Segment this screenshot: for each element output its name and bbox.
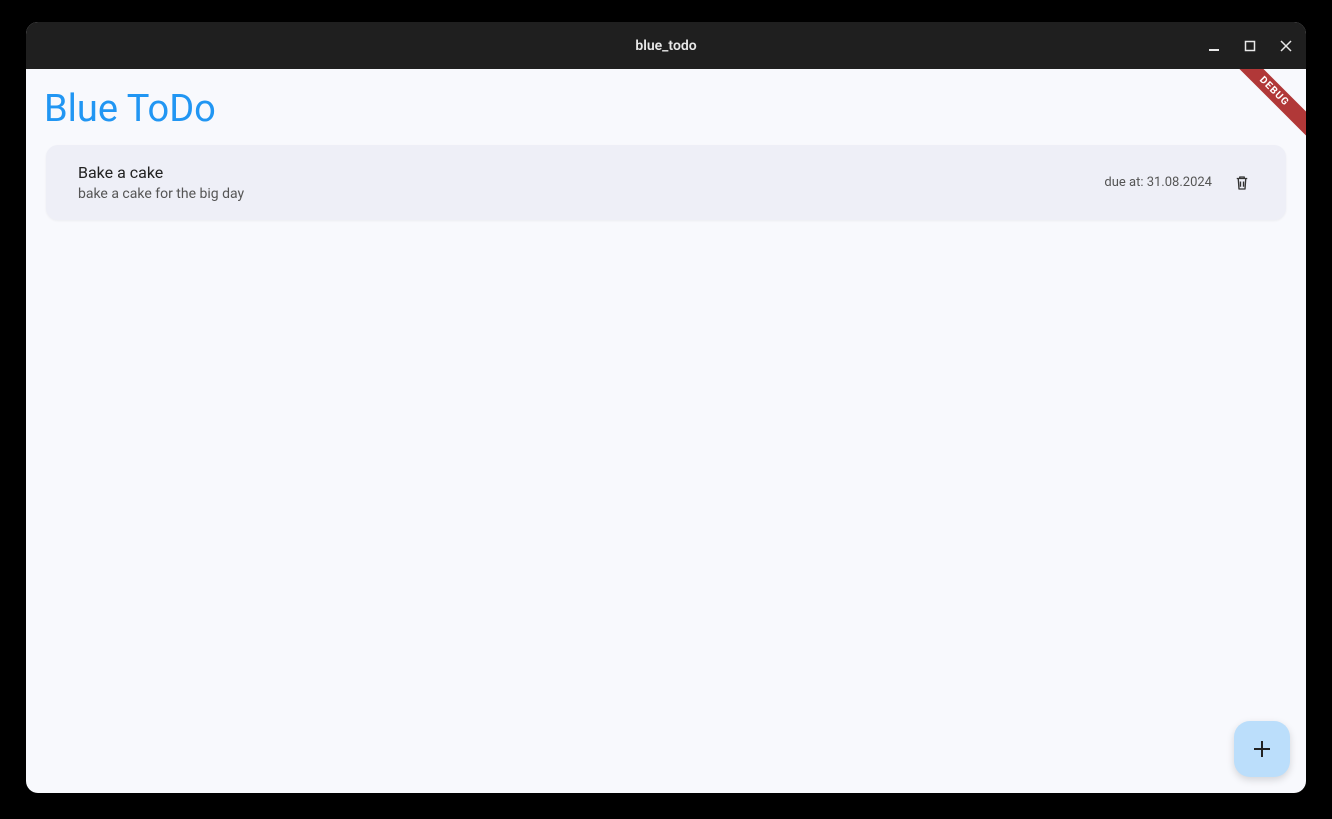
add-todo-button[interactable] xyxy=(1234,721,1290,777)
titlebar: blue_todo xyxy=(26,22,1306,69)
minimize-icon xyxy=(1208,40,1220,52)
app-header: Blue ToDo xyxy=(26,69,1306,145)
todo-text: Bake a cake bake a cake for the big day xyxy=(78,163,244,202)
app-content: DEBUG Blue ToDo Bake a cake bake a cake … xyxy=(26,69,1306,793)
window-title: blue_todo xyxy=(635,38,696,54)
todo-item[interactable]: Bake a cake bake a cake for the big day … xyxy=(46,145,1286,220)
delete-button[interactable] xyxy=(1230,171,1254,195)
close-icon xyxy=(1280,40,1292,52)
todo-title: Bake a cake xyxy=(78,163,244,182)
app-title: Blue ToDo xyxy=(44,87,1288,131)
window-controls xyxy=(1206,38,1294,54)
todo-meta: due at: 31.08.2024 xyxy=(1104,171,1254,195)
todo-due-date: due at: 31.08.2024 xyxy=(1104,175,1212,190)
minimize-button[interactable] xyxy=(1206,38,1222,54)
plus-icon xyxy=(1250,737,1274,761)
todo-description: bake a cake for the big day xyxy=(78,186,244,202)
trash-icon xyxy=(1233,174,1251,192)
close-button[interactable] xyxy=(1278,38,1294,54)
app-window: blue_todo DEBUG xyxy=(26,22,1306,793)
todo-list: Bake a cake bake a cake for the big day … xyxy=(26,145,1306,220)
maximize-icon xyxy=(1244,40,1256,52)
maximize-button[interactable] xyxy=(1242,38,1258,54)
